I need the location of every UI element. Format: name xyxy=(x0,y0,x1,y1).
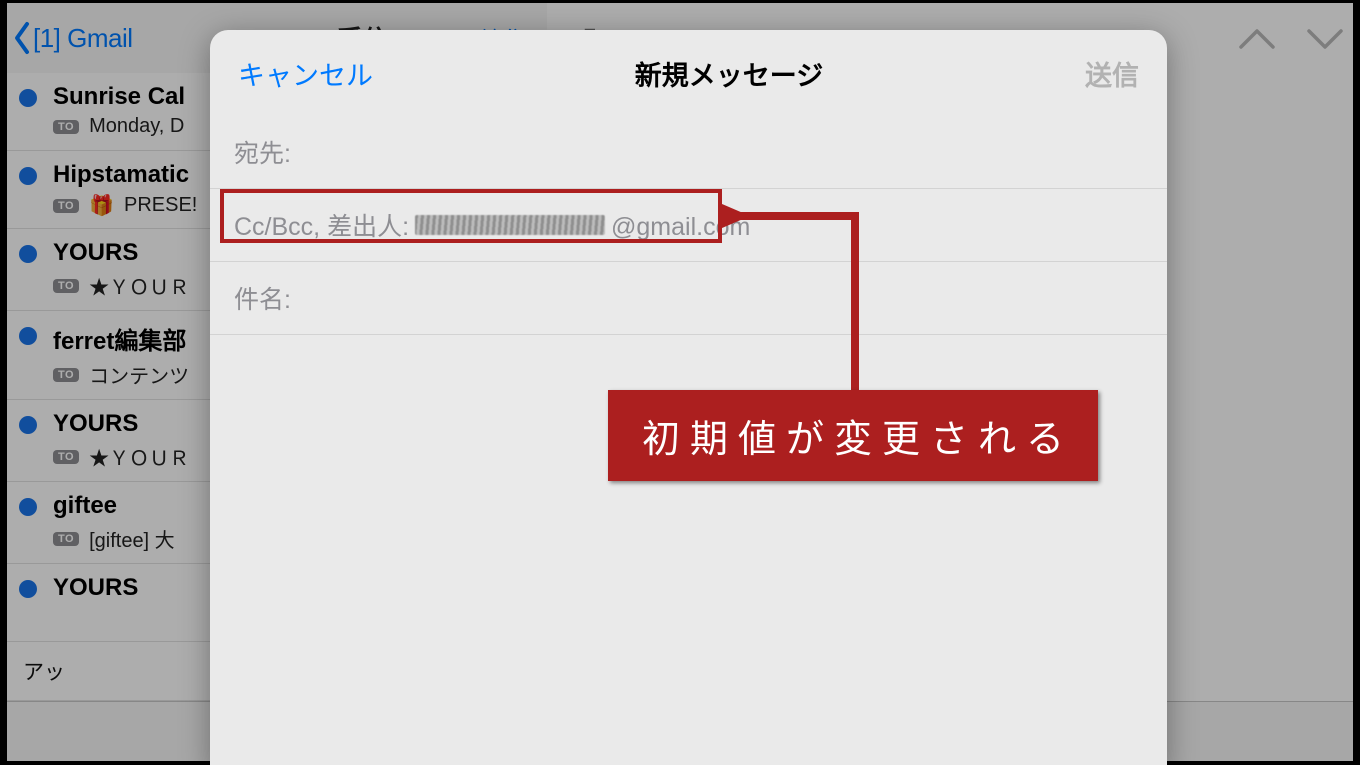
chevron-left-icon xyxy=(11,21,33,55)
to-badge: TO xyxy=(53,450,79,464)
compose-header: キャンセル 新規メッセージ 送信 xyxy=(210,30,1167,116)
message-preview-text: コンテンツ xyxy=(89,360,189,389)
message-preview-text: ★ＹＯＵＲ xyxy=(89,271,189,300)
back-title: [1] Gmail xyxy=(33,23,133,54)
unread-dot-icon xyxy=(19,245,37,263)
cc-bcc-from-field[interactable]: Cc/Bcc, 差出人: @gmail.com xyxy=(210,189,1167,262)
compose-title: 新規メッセージ xyxy=(373,54,1085,93)
to-field[interactable]: 宛先: xyxy=(210,116,1167,189)
gift-icon: 🎁 xyxy=(89,193,114,218)
subject-field[interactable]: 件名: xyxy=(210,262,1167,335)
to-badge: TO xyxy=(53,279,79,293)
back-button[interactable]: [1] Gmail xyxy=(7,3,209,73)
unread-dot-icon xyxy=(19,580,37,598)
from-address-redacted xyxy=(415,215,605,235)
to-badge: TO xyxy=(53,532,79,546)
message-preview-text: Monday, D xyxy=(89,115,184,138)
cc-bcc-from-label: Cc/Bcc, 差出人: xyxy=(234,207,409,243)
message-preview-text: [giftee] 大 xyxy=(89,524,175,553)
prev-message-button[interactable] xyxy=(1237,27,1277,56)
next-message-button[interactable] xyxy=(1305,27,1345,56)
unread-dot-icon xyxy=(19,416,37,434)
to-label: 宛先: xyxy=(234,134,291,170)
unread-dot-icon xyxy=(19,498,37,516)
unread-dot-icon xyxy=(19,167,37,185)
message-preview-text: PRESE! xyxy=(124,194,197,217)
unread-dot-icon xyxy=(19,89,37,107)
subject-label: 件名: xyxy=(234,280,291,316)
cancel-button[interactable]: キャンセル xyxy=(238,54,373,93)
from-address-suffix: @gmail.com xyxy=(611,213,750,242)
annotation-callout: 初期値が変更される xyxy=(608,390,1098,481)
annotation-text: 初期値が変更される xyxy=(642,419,1074,461)
send-button[interactable]: 送信 xyxy=(1085,54,1139,93)
to-badge: TO xyxy=(53,120,79,134)
to-badge: TO xyxy=(53,368,79,382)
message-preview-text: ★ＹＯＵＲ xyxy=(89,442,189,471)
to-badge: TO xyxy=(53,199,79,213)
unread-dot-icon xyxy=(19,327,37,345)
